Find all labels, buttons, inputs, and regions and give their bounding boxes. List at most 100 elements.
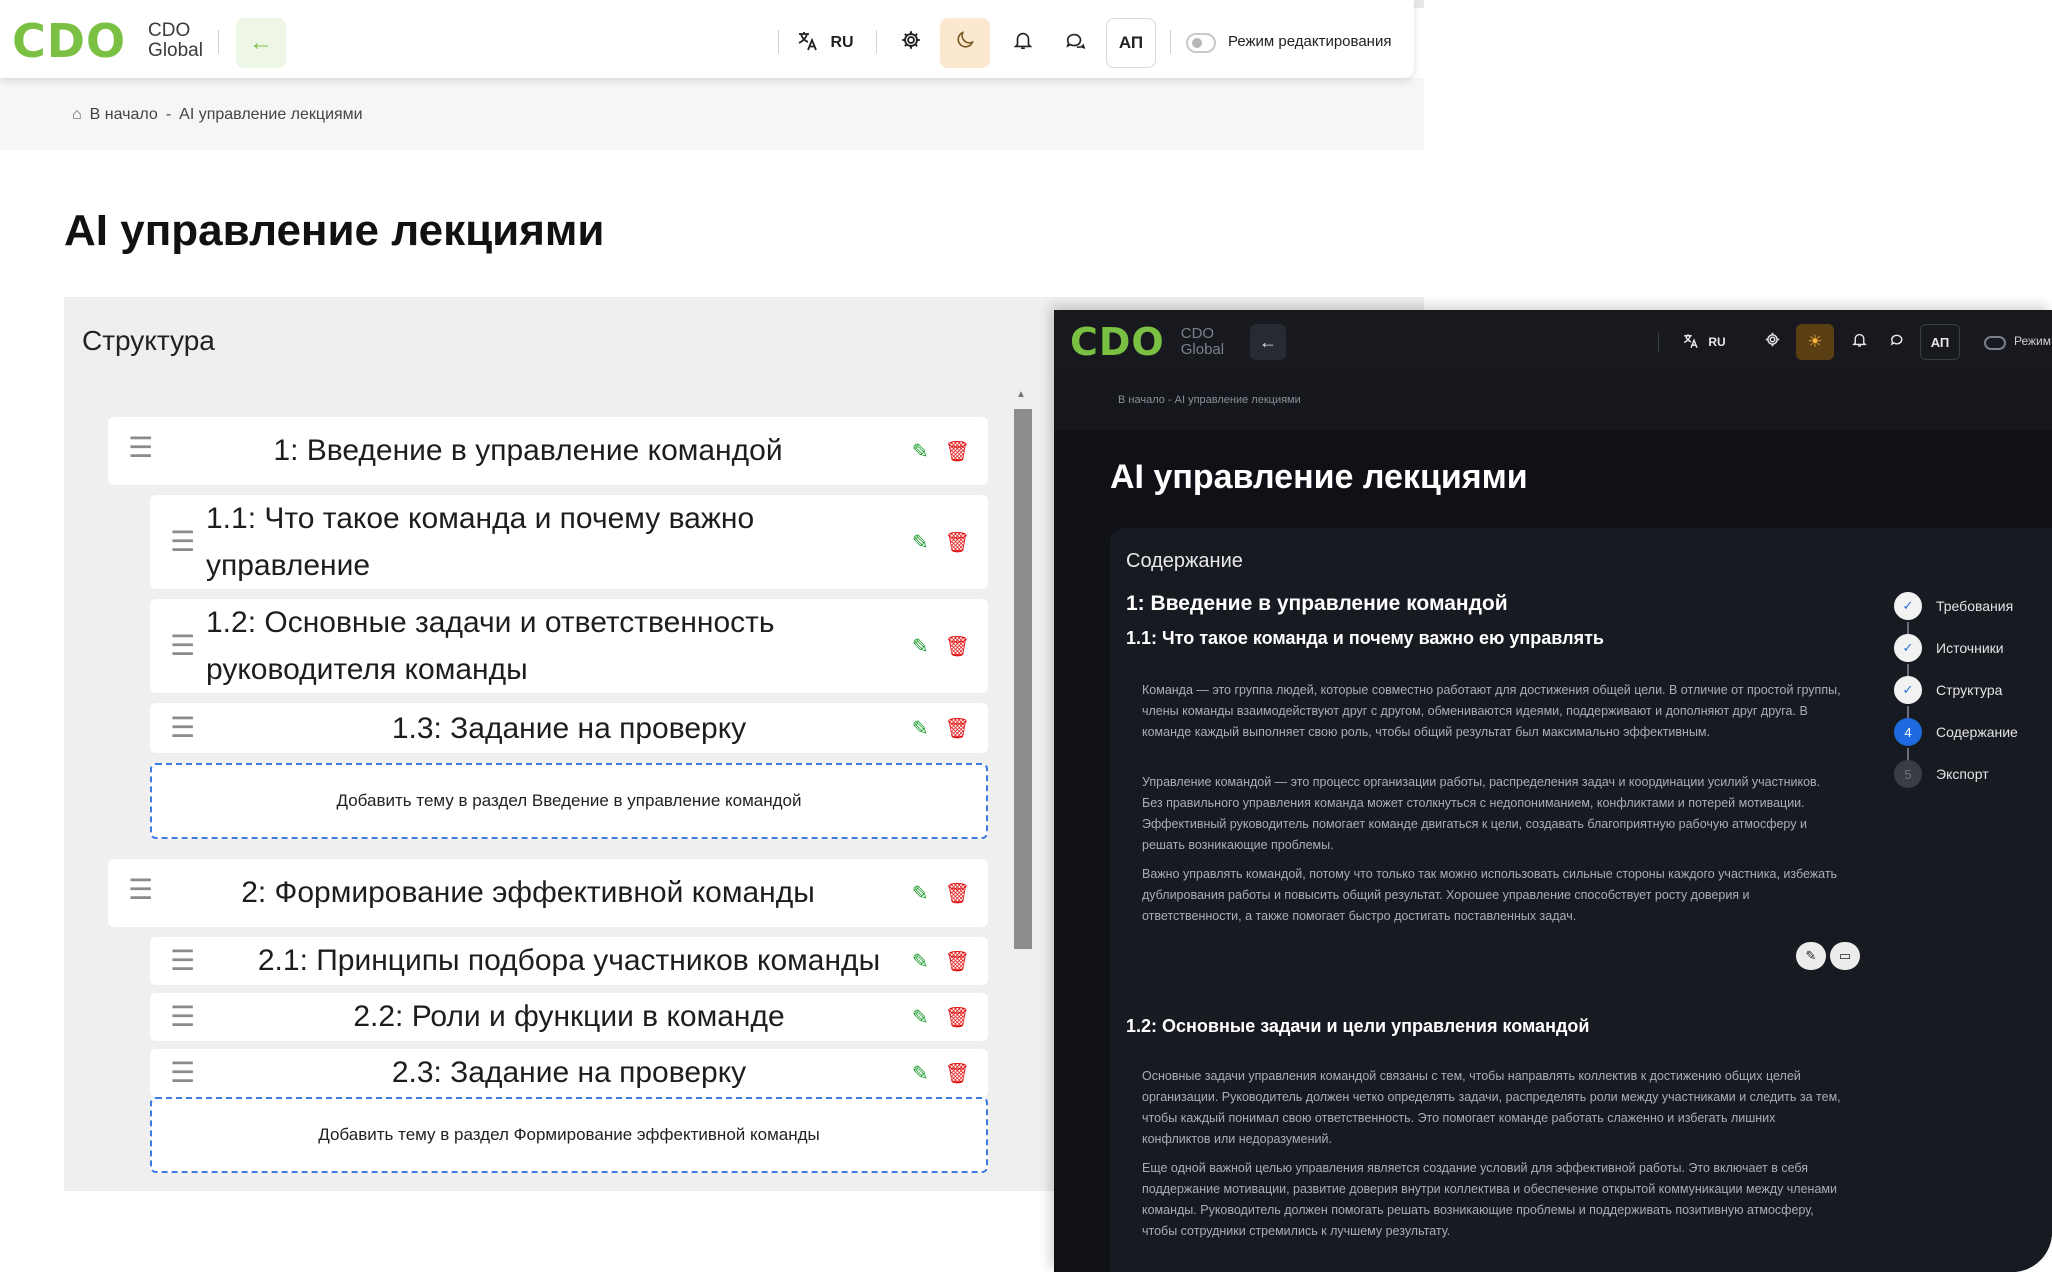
language-switcher[interactable]: RU <box>1676 324 1732 360</box>
composite-screenshot: CDO CDO Global ← RU АП Режим редактирова… <box>0 0 2052 1272</box>
logo[interactable]: CDO CDO Global <box>1070 320 1224 364</box>
settings-button[interactable] <box>888 18 934 68</box>
edit-pencil-icon[interactable]: ✎ <box>912 949 929 974</box>
step-label: Содержание <box>1936 724 2018 740</box>
scrollbar-thumb[interactable] <box>1014 409 1032 949</box>
step-sources[interactable]: ✓ Источники <box>1894 634 2004 662</box>
section-row[interactable]: ☰ 2: Формирование эффективной команды ✎ … <box>108 859 988 927</box>
user-avatar[interactable]: АП <box>1106 18 1156 68</box>
chat-button[interactable] <box>1880 324 1914 360</box>
logo[interactable]: CDO CDO Global <box>12 14 203 68</box>
drag-handle-icon[interactable]: ☰ <box>170 629 195 662</box>
drag-handle-icon[interactable]: ☰ <box>170 525 195 558</box>
step-label: Структура <box>1936 682 2003 698</box>
section-row[interactable]: ☰ 1: Введение в управление командой ✎ 🗑 <box>108 417 988 485</box>
edit-pencil-icon[interactable]: ✎ <box>912 530 929 555</box>
content-paragraph: Команда — это группа людей, которые совм… <box>1142 683 1841 739</box>
top-navbar: CDO CDO Global ← RU АП Режим редактирова… <box>0 0 1414 78</box>
dark-theme-window: CDO CDO Global ← RU ☀ АП Режим В начало … <box>1054 310 2052 1272</box>
trash-icon[interactable]: 🗑 <box>945 881 970 906</box>
trash-icon[interactable]: 🗑 <box>945 530 970 555</box>
logo-subtitle-line1: CDO <box>148 20 191 42</box>
topic-row[interactable]: ☰ 2.2: Роли и функции в команде ✎ 🗑 <box>150 993 988 1041</box>
topic-title-line2: управление <box>206 549 371 582</box>
check-icon: ✓ <box>1894 676 1922 704</box>
breadcrumb[interactable]: В начало - AI управление лекциями <box>1118 394 1301 406</box>
edit-pencil-icon[interactable]: ✎ <box>1796 942 1826 970</box>
row-actions: ✎ 🗑 <box>912 530 970 555</box>
chat-icon <box>1064 29 1086 57</box>
back-button[interactable]: ← <box>236 18 286 68</box>
edit-pencil-icon[interactable]: ✎ <box>912 881 929 906</box>
divider <box>876 30 877 54</box>
breadcrumb-home[interactable]: В начало <box>90 106 158 124</box>
divider <box>218 30 219 54</box>
topic-title: 2.1: Принципы подбора участников команды <box>257 944 881 977</box>
edit-mode-label: Режим редактирования <box>2014 334 2052 348</box>
notifications-button[interactable] <box>1000 18 1046 68</box>
edit-pencil-icon[interactable]: ✎ <box>912 439 929 464</box>
user-avatar[interactable]: АП <box>1920 324 1960 360</box>
edit-pencil-icon[interactable]: ✎ <box>912 716 929 741</box>
home-icon[interactable]: ⌂ <box>72 106 82 124</box>
row-actions: ✎ 🗑 <box>912 1005 970 1030</box>
topic-title-line1: 1.1: Что такое команда и почему важно <box>206 502 755 535</box>
trash-icon[interactable]: 🗑 <box>945 716 970 741</box>
trash-icon[interactable]: 🗑 <box>945 949 970 974</box>
back-button[interactable]: ← <box>1250 324 1286 360</box>
content-paragraph: Управление командой — это процесс органи… <box>1142 775 1821 852</box>
gear-icon <box>900 29 922 57</box>
trash-icon[interactable]: 🗑 <box>945 1005 970 1030</box>
paragraph-actions: ✎ ▭ <box>1796 942 1860 970</box>
section-heading: 1: Введение в управление командой <box>1126 592 1508 615</box>
scrollbar[interactable]: ▲ <box>1010 389 1034 1049</box>
topic-title: 2.3: Задание на проверку <box>391 1056 747 1089</box>
gear-icon <box>1764 331 1781 353</box>
topic-row[interactable]: ☰ 1.2: Основные задачи и ответственность… <box>150 599 988 693</box>
comment-icon[interactable]: ▭ <box>1830 942 1860 970</box>
edit-mode-label: Режим редактирования <box>1228 33 1392 50</box>
step-structure[interactable]: ✓ Структура <box>1894 676 2002 704</box>
trash-icon[interactable]: 🗑 <box>945 439 970 464</box>
divider <box>778 30 779 54</box>
divider <box>1658 332 1659 352</box>
bell-icon <box>1012 29 1034 57</box>
logo-subtitle: CDO Global <box>1181 326 1224 358</box>
topic-row[interactable]: ☰ 2.1: Принципы подбора участников коман… <box>150 937 988 985</box>
divider <box>1170 30 1171 54</box>
content-panel-title: Содержание <box>1126 550 1243 572</box>
notifications-button[interactable] <box>1842 324 1876 360</box>
theme-toggle-button[interactable]: ☀ <box>1796 324 1834 360</box>
row-actions: ✎ 🗑 <box>912 716 970 741</box>
trash-icon[interactable]: 🗑 <box>945 1061 970 1086</box>
topic-row[interactable]: ☰ 2.3: Задание на проверку ✎ 🗑 <box>150 1049 988 1097</box>
topic-row[interactable]: ☰ 1.1: Что такое команда и почему важно … <box>150 495 988 589</box>
step-content[interactable]: 4 Содержание <box>1894 718 2018 746</box>
chat-icon <box>1889 331 1906 353</box>
topic-title-line2: руководителя команды <box>206 653 528 686</box>
content-paragraph: Важно управлять командой, потому что тол… <box>1142 867 1838 923</box>
row-actions: ✎ 🗑 <box>912 634 970 659</box>
breadcrumb: ⌂ В начало - AI управление лекциями <box>72 106 363 124</box>
language-switcher[interactable]: RU <box>790 18 860 68</box>
theme-toggle-button[interactable] <box>940 18 990 68</box>
edit-pencil-icon[interactable]: ✎ <box>912 1061 929 1086</box>
row-actions: ✎ 🗑 <box>912 949 970 974</box>
edit-mode-toggle[interactable] <box>1984 336 2006 350</box>
topic-title: 1.3: Задание на проверку <box>391 712 747 745</box>
add-topic-button[interactable]: Добавить тему в раздел Введение в управл… <box>150 763 988 839</box>
translate-icon <box>1682 332 1700 353</box>
edit-mode-toggle[interactable] <box>1186 33 1216 53</box>
check-icon: ✓ <box>1894 592 1922 620</box>
edit-pencil-icon[interactable]: ✎ <box>912 634 929 659</box>
trash-icon[interactable]: 🗑 <box>945 634 970 659</box>
topic-row[interactable]: ☰ 1.3: Задание на проверку ✎ 🗑 <box>150 703 988 753</box>
add-topic-button[interactable]: Добавить тему в раздел Формирование эффе… <box>150 1097 988 1173</box>
step-requirements[interactable]: ✓ Требования <box>1894 592 2013 620</box>
step-export[interactable]: 5 Экспорт <box>1894 760 1989 788</box>
edit-pencil-icon[interactable]: ✎ <box>912 1005 929 1030</box>
chat-button[interactable] <box>1052 18 1098 68</box>
breadcrumb-current: AI управление лекциями <box>179 106 363 123</box>
settings-button[interactable] <box>1754 324 1790 360</box>
scroll-up-icon[interactable]: ▲ <box>1016 389 1026 400</box>
